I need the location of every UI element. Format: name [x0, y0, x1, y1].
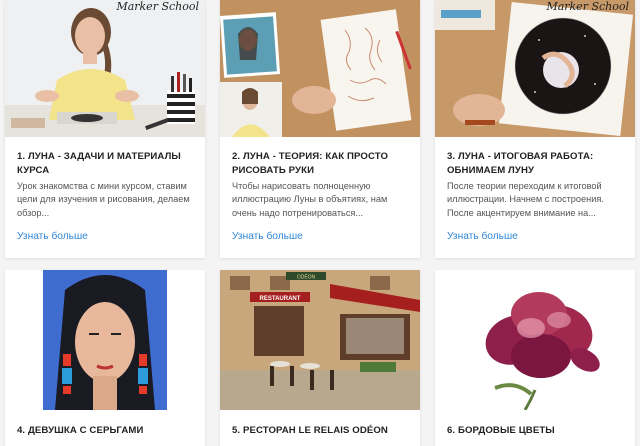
course-3-thumbnail[interactable]: Marker School: [435, 0, 635, 137]
course-3-learn-more-link[interactable]: Узнать больше: [447, 231, 518, 242]
restaurant-sign: RESTAURANT: [260, 296, 301, 302]
course-1-learn-more-link[interactable]: Узнать больше: [17, 231, 88, 242]
course-card-4[interactable]: 4. ДЕВУШКА С СЕРЬГАМИ: [5, 270, 205, 446]
course-card-2[interactable]: 2. ЛУНА - ТЕОРИЯ: КАК ПРОСТО РИСОВАТЬ РУ…: [220, 0, 420, 258]
course-5-thumbnail[interactable]: RESTAURANT ODÉON: [220, 270, 420, 410]
course-2-thumbnail[interactable]: [220, 0, 420, 137]
course-1-thumbnail[interactable]: Marker School: [5, 0, 205, 137]
course-4-title[interactable]: 4. ДЕВУШКА С СЕРЬГАМИ: [17, 424, 195, 438]
course-1-description: Урок знакомства с мини курсом, ставим це…: [17, 181, 190, 218]
course-3-title[interactable]: 3. ЛУНА - ИТОГОВАЯ РАБОТА: ОБНИМАЕМ ЛУНУ: [447, 150, 625, 178]
course-5-title[interactable]: 5. РЕСТОРАН LE RELAIS ODÉON: [232, 424, 410, 438]
course-6-title[interactable]: 6. БОРДОВЫЕ ЦВЕТЫ: [447, 424, 625, 438]
marker-school-watermark: Marker School: [546, 0, 629, 13]
course-card-5[interactable]: RESTAURANT ODÉON 5. РЕСТОРАН LE RELAIS O…: [220, 270, 420, 446]
course-card-6[interactable]: 6. БОРДОВЫЕ ЦВЕТЫ: [435, 270, 635, 446]
course-1-title[interactable]: 1. ЛУНА - ЗАДАЧИ И МАТЕРИАЛЫ КУРСА: [17, 150, 195, 178]
course-card-3[interactable]: Marker School 3. ЛУНА - ИТОГОВАЯ РАБОТА:…: [435, 0, 635, 258]
course-2-title[interactable]: 2. ЛУНА - ТЕОРИЯ: КАК ПРОСТО РИСОВАТЬ РУ…: [232, 150, 410, 178]
course-card-1[interactable]: Marker School 1. ЛУНА - ЗАДАЧИ И МАТЕРИА…: [5, 0, 205, 258]
course-3-description: После теории переходим к итоговой иллюст…: [447, 181, 604, 218]
marker-school-watermark: Marker School: [116, 0, 199, 13]
course-6-thumbnail[interactable]: [435, 270, 635, 410]
course-2-learn-more-link[interactable]: Узнать больше: [232, 231, 303, 242]
odeon-sign: ODÉON: [297, 274, 316, 281]
course-2-description: Чтобы нарисовать полноценную иллюстрацию…: [232, 181, 388, 218]
course-4-thumbnail[interactable]: [5, 270, 205, 410]
